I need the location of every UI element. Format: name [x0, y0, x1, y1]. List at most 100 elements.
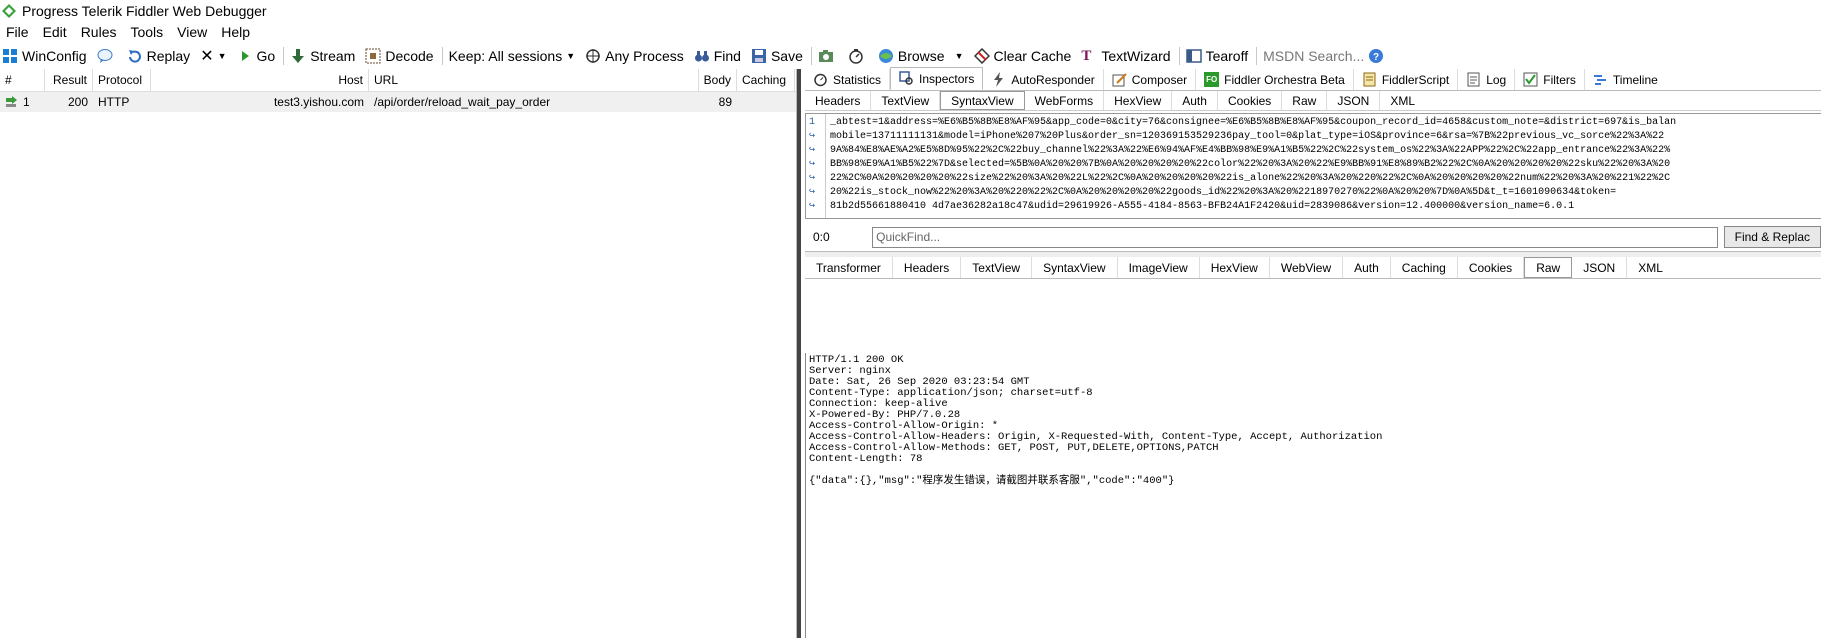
stream-icon — [292, 48, 305, 63]
any-process-button[interactable]: Any Process — [585, 45, 684, 67]
req-tab-textview[interactable]: TextView — [871, 91, 941, 110]
column-header-protocol[interactable]: Protocol — [93, 68, 151, 92]
request-tabs: Headers TextView SyntaxView WebForms Hex… — [805, 91, 1821, 111]
column-header-host[interactable]: Host — [151, 68, 369, 92]
req-tab-xml[interactable]: XML — [1380, 91, 1425, 110]
resp-tab-xml[interactable]: XML — [1627, 257, 1674, 278]
decode-label: Decode — [385, 47, 434, 64]
timer-button[interactable] — [848, 45, 868, 67]
browse-button[interactable]: Browse ▼ — [878, 45, 964, 67]
resp-tab-raw[interactable]: Raw — [1524, 257, 1573, 278]
quickfind-input[interactable]: QuickFind... — [872, 226, 1718, 248]
column-header-url[interactable]: URL — [369, 68, 699, 92]
tab-composer[interactable]: Composer — [1104, 69, 1197, 90]
keep-sessions-dropdown[interactable]: Keep: All sessions ▼ — [449, 45, 576, 67]
req-tab-hexview[interactable]: HexView — [1104, 91, 1173, 110]
resp-tab-imageview[interactable]: ImageView — [1118, 257, 1200, 278]
response-raw-text[interactable]: HTTP/1.1 200 OK Server: nginx Date: Sat,… — [805, 353, 1821, 638]
tab-statistics[interactable]: Statistics — [805, 69, 891, 90]
decode-icon — [365, 48, 381, 63]
tab-fiddlerscript[interactable]: FiddlerScript — [1354, 69, 1459, 90]
tearoff-button[interactable]: Tearoff — [1185, 45, 1249, 67]
winconfig-label: WinConfig — [22, 47, 87, 64]
session-result: 200 — [67, 95, 88, 109]
log-icon — [1467, 72, 1480, 87]
menu-view[interactable]: View — [177, 24, 207, 40]
winconfig-button[interactable]: WinConfig — [2, 45, 87, 67]
textwizard-button[interactable]: T TextWizard — [1081, 45, 1170, 67]
stopwatch-icon — [814, 73, 827, 87]
column-url-label: URL — [374, 73, 399, 87]
help-button[interactable]: ? — [1368, 45, 1388, 67]
column-header-result[interactable]: Result — [45, 68, 93, 92]
tab-log[interactable]: Log — [1458, 69, 1516, 90]
tearoff-label: Tearoff — [1205, 47, 1249, 64]
msdn-search-field[interactable]: MSDN Search... — [1263, 45, 1364, 67]
tab-fiddlerscript-label: FiddlerScript — [1381, 72, 1450, 87]
pane-splitter[interactable] — [797, 69, 801, 638]
script-icon — [1363, 72, 1376, 87]
toolbar-divider — [283, 46, 285, 65]
column-header-body[interactable]: Body — [699, 68, 737, 92]
screenshot-button[interactable] — [818, 45, 838, 67]
req-tab-cookies[interactable]: Cookies — [1218, 91, 1283, 110]
response-line: Content-Type: application/json; charset=… — [809, 387, 1093, 399]
chevron-down-icon: ▼ — [566, 50, 576, 61]
resp-tab-hexview[interactable]: HexView — [1200, 257, 1270, 278]
response-line: HTTP/1.1 200 OK — [809, 354, 904, 366]
session-row[interactable]: 1 200 HTTP test3.yishou.com /api/order/r… — [0, 92, 796, 112]
menu-tools[interactable]: Tools — [130, 24, 163, 40]
resp-tab-webview[interactable]: WebView — [1270, 257, 1344, 278]
resp-tab-headers[interactable]: Headers — [893, 257, 962, 278]
req-tab-headers[interactable]: Headers — [805, 91, 872, 110]
response-line: Connection: keep-alive — [809, 398, 948, 410]
globe-icon — [878, 48, 893, 63]
tab-inspectors[interactable]: Inspectors — [890, 67, 984, 90]
req-tab-raw[interactable]: Raw — [1282, 91, 1328, 110]
req-tab-json[interactable]: JSON — [1327, 91, 1381, 110]
clear-cache-button[interactable]: Clear Cache — [973, 45, 1072, 67]
find-replace-button[interactable]: Find & Replac — [1723, 226, 1821, 248]
column-header-caching[interactable]: Caching — [737, 68, 795, 92]
main-tabs: Statistics Inspectors AutoResponder Comp… — [805, 67, 1821, 91]
remove-button[interactable]: ✕ ▼ — [200, 45, 226, 67]
req-tab-auth[interactable]: Auth — [1172, 91, 1218, 110]
tab-timeline[interactable]: Timeline — [1585, 69, 1666, 90]
request-line: mobile=13711111131&model=iPhone%207%20Pl… — [830, 131, 1665, 142]
clear-cache-label: Clear Cache — [993, 47, 1072, 64]
menu-help[interactable]: Help — [221, 24, 250, 40]
response-line: Access-Control-Allow-Methods: GET, POST,… — [809, 442, 1219, 454]
resp-tab-textview[interactable]: TextView — [961, 257, 1033, 278]
menu-file[interactable]: File — [6, 24, 29, 40]
resp-tab-cookies[interactable]: Cookies — [1458, 257, 1525, 278]
comment-button[interactable] — [97, 45, 117, 67]
session-num-cell: 1 — [0, 92, 45, 112]
tab-fiddler-orchestra[interactable]: FO Fiddler Orchestra Beta — [1196, 69, 1354, 90]
request-line: _abtest=1&address=%E6%B5%8B%E8%AF%95&app… — [830, 117, 1677, 128]
column-num-label: # — [5, 73, 12, 87]
tab-filters[interactable]: Filters — [1515, 69, 1585, 90]
resp-tab-syntaxview[interactable]: SyntaxView — [1032, 257, 1118, 278]
req-tab-webforms[interactable]: WebForms — [1025, 91, 1105, 110]
request-body-editor[interactable]: 1 ↪ ↪ ↪ ↪ ↪ ↪ _abtest=1&address=%E6%B5%8… — [805, 113, 1821, 219]
find-label: Find — [713, 47, 741, 64]
go-button[interactable]: Go — [237, 45, 275, 67]
tab-timeline-label: Timeline — [1612, 72, 1658, 87]
textwizard-label: TextWizard — [1101, 47, 1171, 64]
find-button[interactable]: Find — [694, 45, 741, 67]
menu-rules[interactable]: Rules — [81, 24, 117, 40]
decode-button[interactable]: Decode — [365, 45, 434, 67]
replay-button[interactable]: Replay — [127, 45, 190, 67]
column-header-num[interactable]: # — [0, 68, 45, 92]
save-button[interactable]: Save — [751, 45, 803, 67]
req-tab-syntaxview[interactable]: SyntaxView — [940, 91, 1025, 110]
wrap-icon: ↪ — [809, 131, 816, 142]
stream-button[interactable]: Stream — [290, 45, 355, 67]
tab-autoresponder[interactable]: AutoResponder — [983, 69, 1104, 90]
help-icon: ? — [1369, 48, 1384, 63]
resp-tab-transformer[interactable]: Transformer — [805, 257, 893, 278]
resp-tab-caching[interactable]: Caching — [1391, 257, 1458, 278]
resp-tab-auth[interactable]: Auth — [1343, 257, 1391, 278]
resp-tab-json[interactable]: JSON — [1572, 257, 1628, 278]
menu-edit[interactable]: Edit — [43, 24, 67, 40]
